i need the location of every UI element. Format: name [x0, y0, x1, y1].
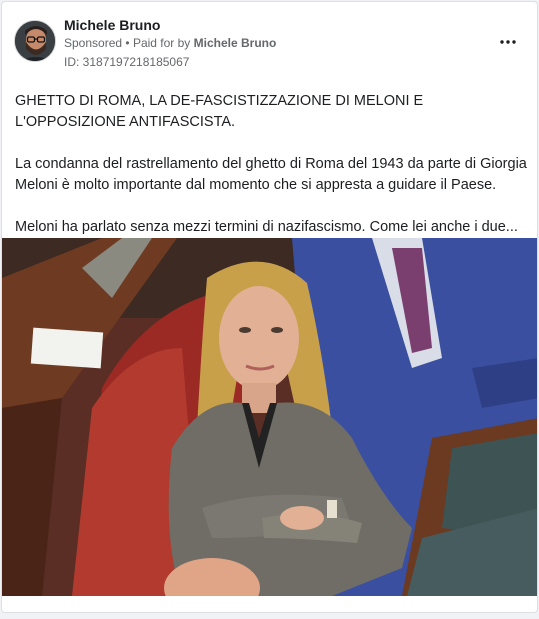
sponsored-line: Sponsored • Paid for by Michele Bruno: [64, 36, 276, 50]
more-options-button[interactable]: [492, 30, 524, 54]
post-body: GHETTO DI ROMA, LA DE-FASCISTIZZAZIONE D…: [15, 91, 527, 259]
author-name[interactable]: Michele Bruno: [64, 17, 160, 33]
ad-card: Michele Bruno Sponsored • Paid for by Mi…: [1, 1, 538, 613]
post-headline: GHETTO DI ROMA, LA DE-FASCISTIZZAZIONE D…: [15, 93, 424, 130]
post-paragraph-truncated[interactable]: Meloni ha parlato senza mezzi termini di…: [15, 217, 527, 238]
more-horizontal-icon: [500, 40, 516, 44]
author-avatar[interactable]: [14, 20, 56, 62]
post-photo[interactable]: [2, 238, 537, 596]
separator-dot: •: [125, 36, 130, 50]
paid-for-name[interactable]: Michele Bruno: [194, 36, 277, 50]
ad-id: ID: 3187197218185067: [64, 55, 190, 69]
post-paragraph: La condanna del rastrellamento del ghett…: [15, 156, 527, 193]
sponsored-label[interactable]: Sponsored: [64, 36, 122, 50]
paid-for-prefix: Paid for by: [132, 36, 191, 50]
